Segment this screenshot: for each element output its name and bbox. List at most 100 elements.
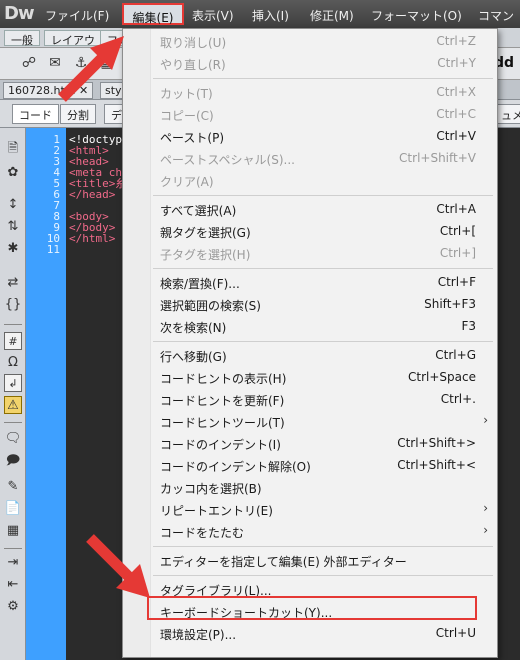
braces-icon[interactable]: {} bbox=[4, 296, 22, 314]
menu-item-paste-special[interactable]: ペーストスペシャル(S)... Ctrl+Shift+V bbox=[124, 148, 496, 169]
recent-snippets-icon[interactable]: 📄 bbox=[4, 500, 22, 518]
menu-item-label: コードをたたむ bbox=[160, 526, 245, 540]
expand-all-icon[interactable]: ⇅ bbox=[4, 218, 22, 236]
menu-commands[interactable]: コマン bbox=[478, 7, 514, 24]
menu-separator bbox=[153, 78, 493, 79]
menu-item-shortcut: Ctrl+. bbox=[440, 392, 476, 406]
apply-comment-icon[interactable]: 🗨 bbox=[4, 430, 22, 448]
menu-file[interactable]: ファイル(F) bbox=[45, 7, 109, 24]
insert-tab-common[interactable]: 一般 bbox=[4, 30, 40, 47]
menu-item-balance-braces[interactable]: カッコ内を選択(B) bbox=[124, 477, 496, 498]
menu-item-shortcut: Ctrl+G bbox=[435, 348, 476, 362]
menu-item-indent-code[interactable]: コードのインデント(I) Ctrl+Shift+> bbox=[124, 433, 496, 454]
outdent-code-icon[interactable]: ⇤ bbox=[4, 576, 22, 594]
toolbar-divider bbox=[4, 548, 22, 549]
move-css-icon[interactable]: ▦ bbox=[4, 522, 22, 540]
edit-menu-dropdown: 取り消し(U) Ctrl+Z やり直し(R) Ctrl+Y カット(T) Ctrl+X… bbox=[122, 28, 498, 658]
menu-separator bbox=[153, 268, 493, 269]
menu-item-paste[interactable]: ペースト(P) Ctrl+V bbox=[124, 126, 496, 147]
menu-item-undo[interactable]: 取り消し(U) Ctrl+Z bbox=[124, 31, 496, 52]
menu-item-label: リピートエントリ(E) bbox=[160, 504, 273, 518]
menu-item-label: コードヒントの表示(H) bbox=[160, 372, 287, 386]
menu-item-shortcut: Ctrl+F bbox=[437, 275, 476, 289]
collapse-selection-icon[interactable]: ↕ bbox=[4, 196, 22, 214]
hyperlink-icon[interactable]: ☍ bbox=[20, 54, 38, 72]
menu-item-label: すべて選択(A) bbox=[160, 204, 237, 218]
menu-item-shortcut: Ctrl+U bbox=[435, 626, 476, 640]
code-line: </head> bbox=[69, 188, 116, 201]
open-documents-icon[interactable]: 🗎 bbox=[4, 140, 22, 158]
menu-item-shortcut: Ctrl+C bbox=[436, 107, 476, 121]
menu-item-shortcut: Shift+F3 bbox=[424, 297, 476, 311]
menu-item-label: コードのインデント解除(O) bbox=[160, 460, 311, 474]
menu-item-label: コードヒントを更新(F) bbox=[160, 394, 285, 408]
menu-item-show-code-hints[interactable]: コードヒントの表示(H) Ctrl+Space bbox=[124, 367, 496, 388]
menu-item-label: 行へ移動(G) bbox=[160, 350, 227, 364]
menu-item-go-to-line[interactable]: 行へ移動(G) Ctrl+G bbox=[124, 345, 496, 366]
menu-item-outdent-code[interactable]: コードのインデント解除(O) Ctrl+Shift+< bbox=[124, 455, 496, 476]
annotation-arrow-icon bbox=[58, 36, 124, 102]
menu-item-clear[interactable]: クリア(A) bbox=[124, 170, 496, 191]
menu-item-shortcut: Ctrl+Shift+> bbox=[397, 436, 476, 450]
menu-item-label: コピー(C) bbox=[160, 109, 214, 123]
menu-item-label: 次を検索(N) bbox=[160, 321, 227, 335]
select-parent-tag-icon[interactable]: ✱ bbox=[4, 240, 22, 258]
menu-item-label: 検索/置換(F)... bbox=[160, 277, 240, 291]
collapse-tag-icon[interactable]: ✿ bbox=[4, 164, 22, 182]
menu-item-label: 子タグを選択(H) bbox=[160, 248, 251, 262]
menu-modify[interactable]: 修正(M) bbox=[310, 7, 354, 24]
menu-item-shortcut: Ctrl+Shift+< bbox=[397, 458, 476, 472]
menu-item-copy[interactable]: コピー(C) Ctrl+C bbox=[124, 104, 496, 125]
menu-item-code-hint-tools[interactable]: コードヒントツール(T) › bbox=[124, 411, 496, 432]
menu-item-refresh-code-hints[interactable]: コードヒントを更新(F) Ctrl+. bbox=[124, 389, 496, 410]
format-source-icon[interactable]: ⚙ bbox=[4, 598, 22, 616]
wrap-tag-icon[interactable]: ✎ bbox=[4, 478, 22, 496]
remove-comment-icon[interactable]: 🗩 bbox=[4, 452, 22, 470]
menu-item-label: 親タグを選択(G) bbox=[160, 226, 251, 240]
menu-item-shortcut: Ctrl+Y bbox=[437, 56, 476, 70]
menu-item-redo[interactable]: やり直し(R) Ctrl+Y bbox=[124, 53, 496, 74]
menu-item-find-replace[interactable]: 検索/置換(F)... Ctrl+F bbox=[124, 272, 496, 293]
menu-item-preferences[interactable]: 環境設定(P)... Ctrl+U bbox=[124, 623, 496, 644]
menu-item-shortcut: F3 bbox=[461, 319, 476, 333]
menu-separator bbox=[153, 341, 493, 342]
indent-code-icon[interactable]: ⇥ bbox=[4, 554, 22, 572]
submenu-arrow-icon: › bbox=[483, 501, 488, 515]
line-number-gutter: 1 2 3 4 5 6 7 8 9 10 11 bbox=[26, 128, 66, 660]
menu-item-shortcut: Ctrl+X bbox=[436, 85, 476, 99]
menu-item-select-child-tag[interactable]: 子タグを選択(H) Ctrl+] bbox=[124, 243, 496, 264]
menu-separator bbox=[153, 195, 493, 196]
menu-item-find-next[interactable]: 次を検索(N) F3 bbox=[124, 316, 496, 337]
toolbar-divider bbox=[4, 324, 22, 325]
menu-item-find-selection[interactable]: 選択範囲の検索(S) Shift+F3 bbox=[124, 294, 496, 315]
menu-item-select-all[interactable]: すべて選択(A) Ctrl+A bbox=[124, 199, 496, 220]
menu-item-label: やり直し(R) bbox=[160, 58, 226, 72]
line-numbers-icon[interactable]: # bbox=[4, 332, 22, 350]
menu-item-cut[interactable]: カット(T) Ctrl+X bbox=[124, 82, 496, 103]
menu-item-code-collapse[interactable]: コードをたたむ › bbox=[124, 521, 496, 542]
menu-format[interactable]: フォーマット(O) bbox=[371, 7, 462, 24]
menu-separator bbox=[153, 575, 493, 576]
menu-item-label: 選択範囲の検索(S) bbox=[160, 299, 261, 313]
toolbar-divider bbox=[4, 422, 22, 423]
coding-toolbar: 🗎 ✿ ↕ ⇅ ✱ ⇄ {} # Ω ↲ ⚠ 🗨 🗩 ✎ 📄 ▦ ⇥ ⇤ ⚙ bbox=[0, 128, 26, 660]
menu-insert[interactable]: 挿入(I) bbox=[252, 7, 289, 24]
balance-braces-icon[interactable]: ⇄ bbox=[4, 274, 22, 292]
line-number: 11 bbox=[46, 243, 60, 256]
highlight-invalid-icon[interactable]: Ω bbox=[4, 354, 22, 372]
word-wrap-icon[interactable]: ↲ bbox=[4, 374, 22, 392]
menu-item-edit-with-external-editor[interactable]: エディターを指定して編集(E) 外部エディター bbox=[124, 550, 496, 571]
menu-view[interactable]: 表示(V) bbox=[192, 7, 234, 24]
menu-item-label: クリア(A) bbox=[160, 175, 214, 189]
code-line: </html> bbox=[69, 232, 116, 245]
annotation-highlight-box bbox=[147, 596, 477, 620]
menu-item-select-parent-tag[interactable]: 親タグを選択(G) Ctrl+[ bbox=[124, 221, 496, 242]
menu-item-label: 環境設定(P)... bbox=[160, 628, 237, 642]
menu-item-label: コードヒントツール(T) bbox=[160, 416, 285, 430]
menu-item-shortcut: Ctrl+[ bbox=[439, 224, 476, 238]
syntax-error-icon[interactable]: ⚠ bbox=[4, 396, 22, 414]
menu-edit[interactable]: 編集(E) bbox=[122, 3, 184, 25]
menu-bar: Dw ファイル(F) 編集(E) 表示(V) 挿入(I) 修正(M) フォーマッ… bbox=[0, 0, 520, 28]
menu-item-repeating-entries[interactable]: リピートエントリ(E) › bbox=[124, 499, 496, 520]
menu-item-label: コードのインデント(I) bbox=[160, 438, 281, 452]
